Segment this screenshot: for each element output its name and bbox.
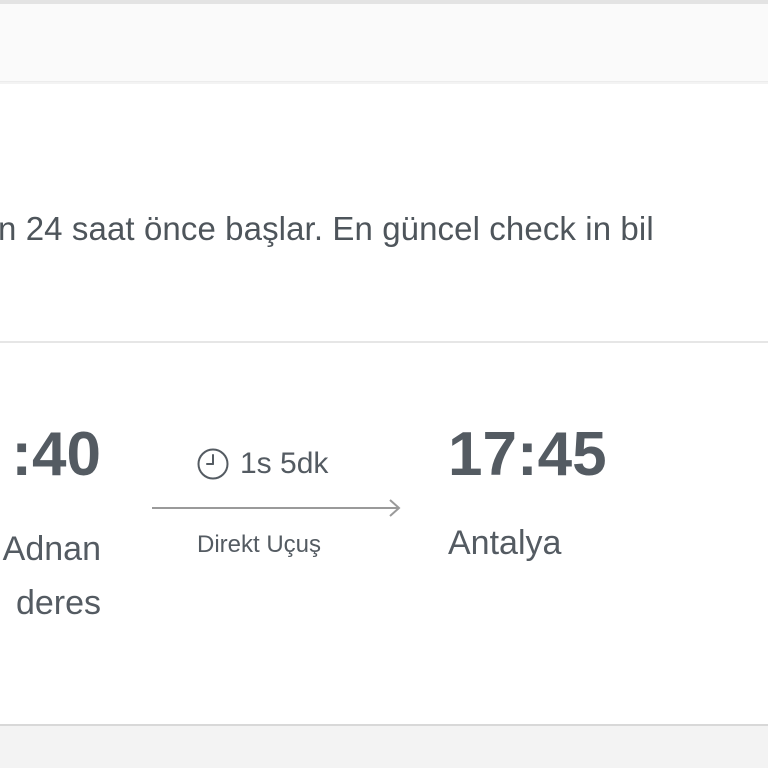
arrival-time: 17:45 [448, 420, 607, 489]
clock-icon [196, 447, 230, 481]
arrow-right-icon [152, 499, 401, 517]
flight-card [0, 84, 768, 726]
arrival-city: Antalya [448, 524, 562, 562]
previous-card [0, 0, 768, 82]
checkin-info-text: n 24 saat önce başlar. En güncel check i… [0, 210, 654, 247]
departure-city: Adnan deres [3, 522, 101, 630]
departure-city-line2: deres [15, 584, 101, 622]
duration-text: 1s 5dk [240, 447, 329, 480]
flight-duration: 1s 5dk [196, 444, 328, 484]
flight-type: Direkt Uçuş [197, 531, 322, 558]
departure-time: :40 [11, 420, 101, 489]
card-divider [0, 341, 768, 343]
departure-city-line1: Adnan [2, 530, 101, 568]
